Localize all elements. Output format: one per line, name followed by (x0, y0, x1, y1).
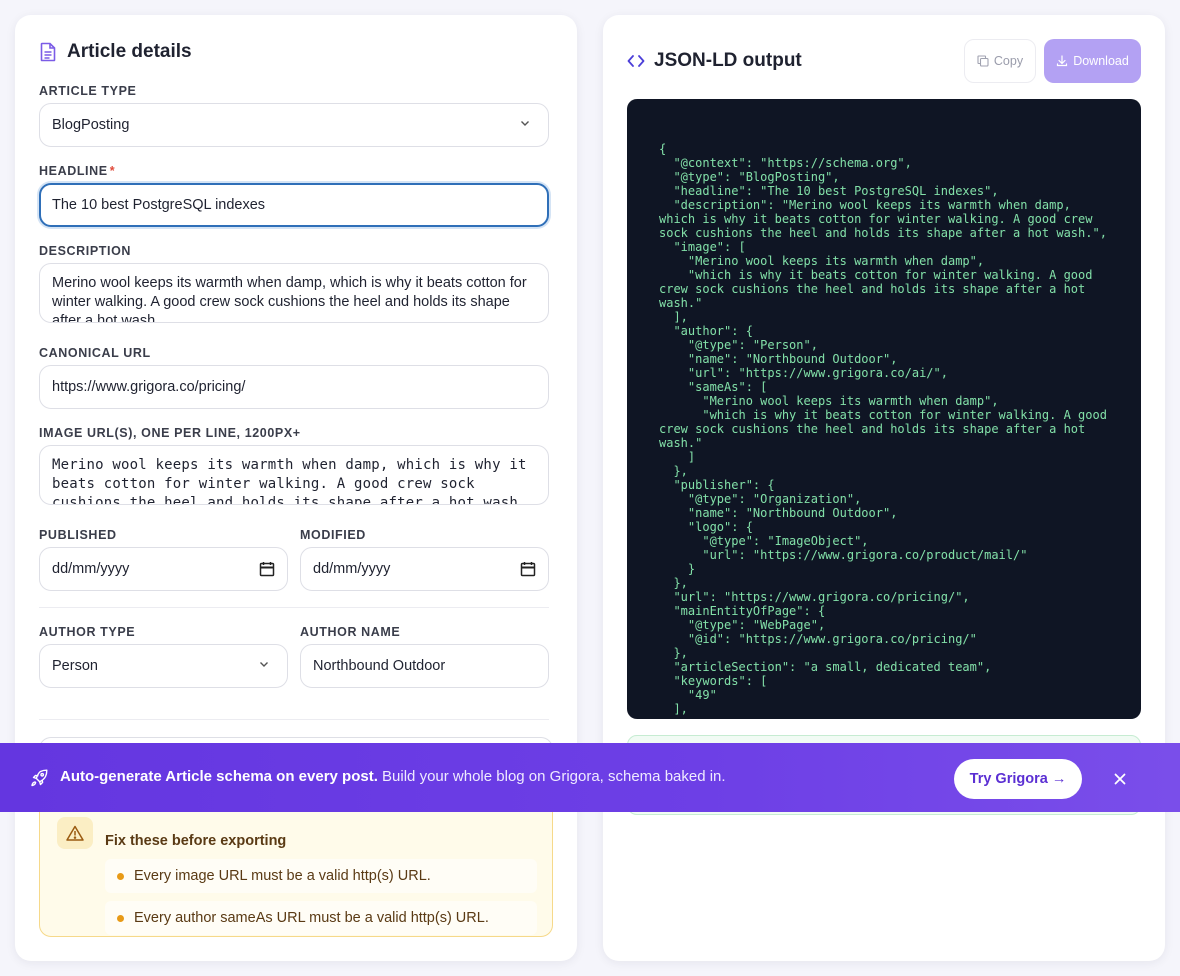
download-label: Download (1073, 54, 1129, 68)
close-icon[interactable] (1113, 772, 1127, 786)
json-ld-output-header: JSON-LD output (627, 50, 802, 72)
validation-warnings-card: Fix these before exporting Every image U… (39, 800, 553, 937)
published-placeholder: dd/mm/yyyy (52, 561, 130, 577)
author-name-label: AUTHOR NAME (300, 625, 401, 639)
bullet-icon (117, 914, 124, 922)
image-urls-label: IMAGE URL(S), ONE PER LINE, 1200PX+ (39, 426, 301, 440)
author-name-input[interactable]: Northbound Outdoor (300, 644, 549, 688)
article-details-panel: Article details ARTICLE TYPE BlogPosting… (15, 15, 577, 961)
copy-button[interactable]: Copy (964, 39, 1036, 83)
download-button[interactable]: Download (1044, 39, 1141, 83)
article-details-title: Article details (67, 41, 192, 62)
article-type-label: ARTICLE TYPE (39, 84, 137, 98)
calendar-icon[interactable] (520, 561, 536, 577)
bullet-icon (117, 872, 124, 880)
calendar-icon[interactable] (259, 561, 275, 577)
description-label: DESCRIPTION (39, 244, 132, 258)
banner-bold-text: Auto-generate Article schema on every po… (60, 768, 378, 785)
warning-item: Every author sameAs URL must be a valid … (105, 901, 537, 935)
author-type-select[interactable]: Person (39, 644, 288, 688)
promo-banner: Auto-generate Article schema on every po… (0, 743, 1180, 812)
canonical-url-value: https://www.grigora.co/pricing/ (52, 379, 246, 395)
section-divider (39, 719, 549, 720)
required-marker: * (109, 164, 116, 178)
author-type-label: AUTHOR TYPE (39, 625, 136, 639)
json-ld-code: { "@context": "https://schema.org", "@ty… (659, 142, 1107, 716)
warning-text: Every author sameAs URL must be a valid … (134, 910, 489, 926)
json-ld-output-panel: JSON-LD output Copy Download { "@context… (603, 15, 1165, 961)
json-ld-output-title: JSON-LD output (654, 50, 802, 71)
modified-label: MODIFIED (300, 528, 366, 542)
warning-text: Every image URL must be a valid http(s) … (134, 868, 431, 884)
warning-triangle-icon (57, 817, 93, 849)
chevron-down-icon (260, 662, 268, 667)
banner-text: Auto-generate Article schema on every po… (60, 768, 726, 785)
section-divider (39, 607, 549, 608)
chevron-down-icon (521, 121, 529, 126)
modified-date-input[interactable]: dd/mm/yyyy (300, 547, 549, 591)
try-grigora-button[interactable]: Try Grigora → (954, 759, 1082, 799)
modified-placeholder: dd/mm/yyyy (313, 561, 391, 577)
copy-label: Copy (993, 54, 1024, 68)
download-icon (1057, 55, 1068, 67)
code-brackets-icon (627, 55, 645, 67)
description-textarea[interactable]: Merino wool keeps its warmth when damp, … (39, 263, 549, 323)
document-icon (40, 42, 56, 62)
headline-input[interactable]: The 10 best PostgreSQL indexes (39, 183, 549, 227)
json-ld-code-block[interactable]: { "@context": "https://schema.org", "@ty… (627, 99, 1141, 719)
headline-value: The 10 best PostgreSQL indexes (52, 197, 266, 213)
warnings-title: Fix these before exporting (105, 833, 287, 849)
rocket-icon (31, 769, 48, 787)
copy-icon (977, 55, 989, 67)
canonical-url-input[interactable]: https://www.grigora.co/pricing/ (39, 365, 549, 409)
author-type-value: Person (52, 658, 98, 674)
article-type-select[interactable]: BlogPosting (39, 103, 549, 147)
article-details-header: Article details (39, 41, 192, 63)
image-urls-value: Merino wool keeps its warmth when damp, … (52, 457, 527, 505)
published-label: PUBLISHED (39, 528, 117, 542)
author-name-value: Northbound Outdoor (313, 658, 446, 674)
banner-body-text: Build your whole blog on Grigora, schema… (377, 768, 726, 785)
description-value: Merino wool keeps its warmth when damp, … (52, 275, 527, 323)
image-urls-textarea[interactable]: Merino wool keeps its warmth when damp, … (39, 445, 549, 505)
article-type-value: BlogPosting (52, 117, 130, 133)
headline-label: HEADLINE * (39, 164, 116, 178)
published-date-input[interactable]: dd/mm/yyyy (39, 547, 288, 591)
warning-item: Every image URL must be a valid http(s) … (105, 859, 537, 893)
canonical-url-label: CANONICAL URL (39, 346, 151, 360)
